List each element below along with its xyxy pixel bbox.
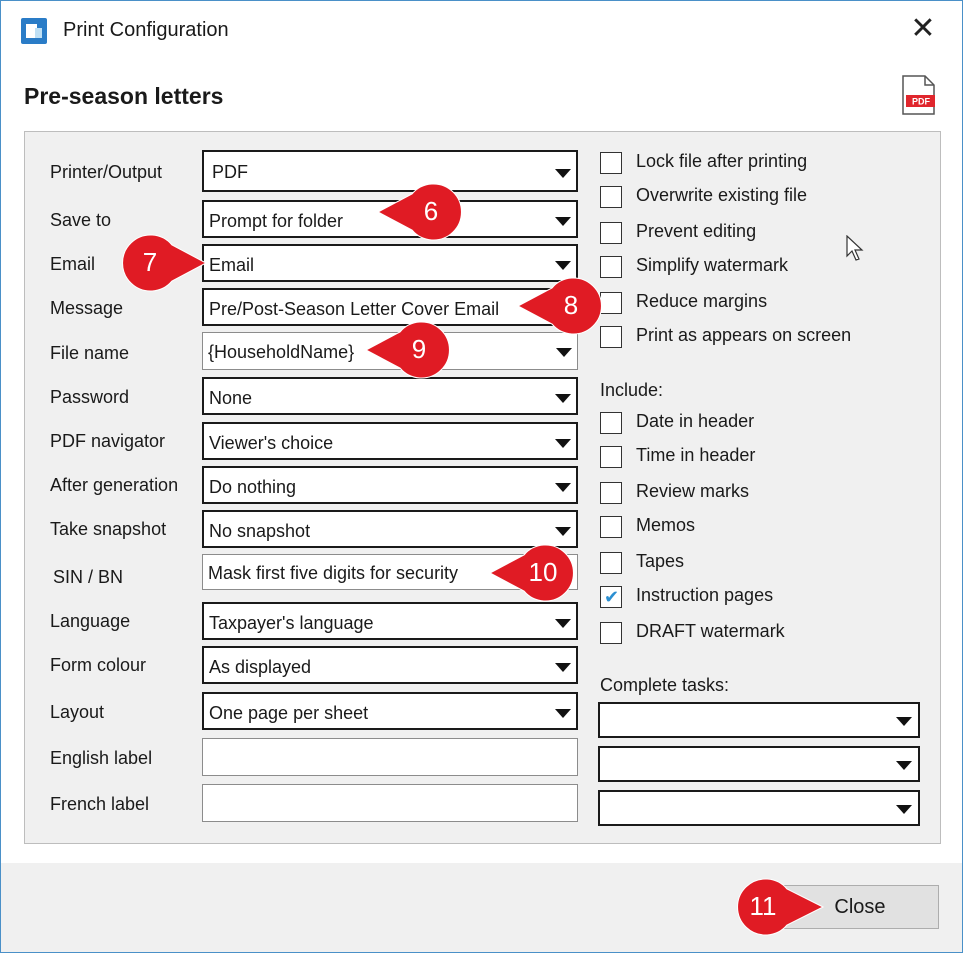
sin-bn-value: Mask first five digits for security [208, 563, 459, 583]
pdf-file-icon[interactable]: PDF [901, 75, 935, 115]
after-generation-select[interactable]: Do nothing [202, 466, 578, 504]
app-icon [21, 18, 47, 44]
language-value: Taxpayer's language [209, 613, 374, 633]
date-in-header-checkbox[interactable] [600, 412, 622, 434]
printer-output-label: Printer/Output [50, 162, 163, 182]
chevron-down-icon [555, 217, 571, 226]
simplify-watermark-checkbox[interactable] [600, 256, 622, 278]
pdf-navigator-select[interactable]: Viewer's choice [202, 422, 578, 460]
mouse-pointer-icon [846, 235, 864, 261]
simplify-watermark-label: Simplify watermark [636, 255, 789, 275]
password-select[interactable]: None [202, 377, 578, 415]
chevron-down-icon [896, 717, 912, 726]
save-to-label: Save to [50, 210, 112, 230]
file-name-value: {HouseholdName} [208, 342, 355, 362]
print-as-screen-label: Print as appears on screen [636, 325, 852, 345]
pdf-navigator-label: PDF navigator [50, 431, 166, 451]
lock-file-checkbox[interactable] [600, 152, 622, 174]
french-label-label: French label [50, 794, 150, 814]
complete-task-select-2[interactable] [598, 746, 920, 782]
email-value: Email [209, 255, 255, 275]
print-configuration-window: Print Configuration ✕ Pre-season letters… [0, 0, 963, 953]
callout-6-number: 6 [423, 196, 439, 226]
layout-value: One page per sheet [209, 703, 369, 723]
time-in-header-checkbox[interactable] [600, 446, 622, 468]
message-label: Message [50, 298, 124, 318]
message-value: Pre/Post-Season Letter Cover Email [209, 299, 500, 319]
layout-select[interactable]: One page per sheet [202, 692, 578, 730]
email-label: Email [50, 254, 96, 274]
tapes-checkbox[interactable] [600, 552, 622, 574]
title-bar: Print Configuration ✕ [1, 1, 962, 59]
printer-output-value: PDF [212, 162, 248, 182]
app-icon-page-2 [35, 28, 42, 38]
date-in-header-label: Date in header [636, 411, 755, 431]
overwrite-file-label: Overwrite existing file [636, 185, 808, 205]
prevent-editing-checkbox[interactable] [600, 222, 622, 244]
pdf-icon-label: PDF [912, 97, 931, 107]
password-label: Password [50, 387, 130, 407]
review-marks-label: Review marks [636, 481, 750, 501]
callout-9-number: 9 [411, 334, 427, 364]
form-colour-label: Form colour [50, 655, 147, 675]
callout-10-number: 10 [528, 557, 558, 587]
chevron-down-icon [556, 348, 572, 357]
save-to-value: Prompt for folder [209, 211, 344, 231]
memos-label: Memos [636, 515, 696, 535]
reduce-margins-label: Reduce margins [636, 291, 768, 311]
chevron-down-icon [896, 805, 912, 814]
password-value: None [209, 388, 253, 408]
take-snapshot-label: Take snapshot [50, 519, 167, 539]
chevron-down-icon [555, 527, 571, 536]
include-heading: Include: [600, 380, 664, 400]
chevron-down-icon [555, 169, 571, 178]
chevron-down-icon [555, 619, 571, 628]
review-marks-checkbox[interactable] [600, 482, 622, 504]
prevent-editing-label: Prevent editing [636, 221, 757, 241]
dialog-header: Pre-season letters PDF [1, 59, 962, 129]
english-label-label: English label [50, 748, 153, 768]
time-in-header-label: Time in header [636, 445, 756, 465]
chevron-down-icon [555, 483, 571, 492]
complete-task-select-1[interactable] [598, 702, 920, 738]
overwrite-file-checkbox[interactable] [600, 186, 622, 208]
instruction-pages-checkbox[interactable]: ✔ [600, 586, 622, 608]
form-colour-select[interactable]: As displayed [202, 646, 578, 684]
chevron-down-icon [555, 439, 571, 448]
complete-tasks-heading: Complete tasks: [600, 675, 730, 695]
take-snapshot-value: No snapshot [209, 521, 311, 541]
chevron-down-icon [555, 394, 571, 403]
sin-bn-label: SIN / BN [53, 567, 124, 587]
language-select[interactable]: Taxpayer's language [202, 602, 578, 640]
chevron-down-icon [555, 709, 571, 718]
complete-task-select-3[interactable] [598, 790, 920, 826]
instruction-pages-label: Instruction pages [636, 585, 774, 605]
file-name-label: File name [50, 343, 130, 363]
chevron-down-icon [896, 761, 912, 770]
pdf-navigator-value: Viewer's choice [209, 433, 334, 453]
callout-7-number: 7 [142, 247, 158, 277]
layout-label: Layout [50, 702, 105, 722]
take-snapshot-select[interactable]: No snapshot [202, 510, 578, 548]
lock-file-label: Lock file after printing [636, 151, 808, 171]
draft-watermark-checkbox[interactable] [600, 622, 622, 644]
dialog-heading: Pre-season letters [24, 83, 224, 109]
english-label-input[interactable] [202, 738, 578, 776]
window-title: Print Configuration [63, 19, 229, 41]
close-icon[interactable]: ✕ [906, 13, 940, 45]
after-generation-label: After generation [50, 475, 179, 495]
callout-11-number: 11 [749, 891, 777, 921]
checkmark-icon: ✔ [604, 587, 620, 607]
form-colour-value: As displayed [209, 657, 312, 677]
memos-checkbox[interactable] [600, 516, 622, 538]
french-label-input[interactable] [202, 784, 578, 822]
chevron-down-icon [555, 261, 571, 270]
after-generation-value: Do nothing [209, 477, 297, 497]
chevron-down-icon [555, 663, 571, 672]
draft-watermark-label: DRAFT watermark [636, 621, 785, 641]
callout-8-number: 8 [563, 290, 579, 320]
tapes-label: Tapes [636, 551, 685, 571]
language-label: Language [50, 611, 131, 631]
